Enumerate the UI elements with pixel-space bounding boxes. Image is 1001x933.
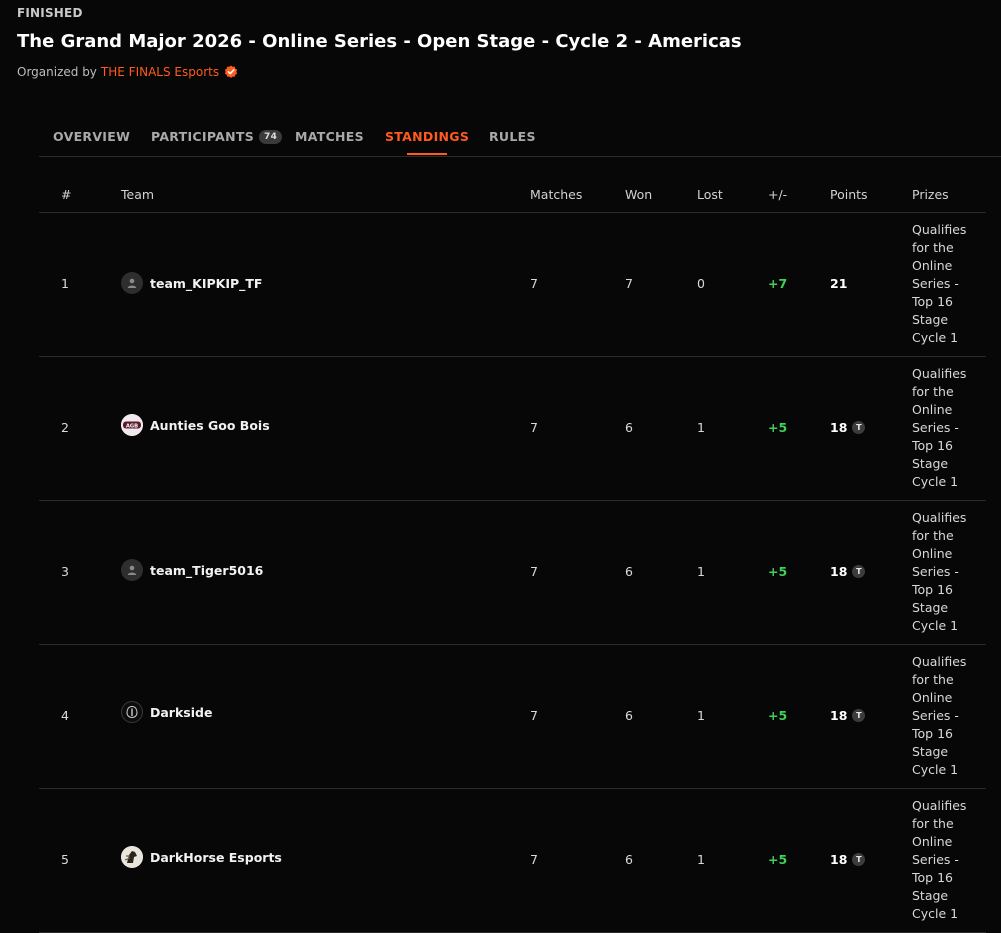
organizer-line: Organized by THE FINALS Esports xyxy=(17,65,238,79)
points-cell: 21 xyxy=(830,276,847,291)
prize-cell: Qualifies for the Online Series - Top 16… xyxy=(912,366,967,489)
tab-participants-label: PARTICIPANTS xyxy=(151,129,255,144)
won-cell: 7 xyxy=(625,276,633,291)
points-value: 18 xyxy=(830,708,848,723)
header-prizes: Prizes xyxy=(912,187,949,202)
tab-standings[interactable]: STANDINGS xyxy=(385,129,470,155)
organized-by-label: Organized by xyxy=(17,65,97,79)
won-cell: 6 xyxy=(625,420,633,435)
points-cell: 18 T xyxy=(830,420,866,435)
header-points: Points xyxy=(830,187,868,202)
table-row: 2 AGB Aunties Goo Bois 7 6 1 +5 18 T Qua… xyxy=(39,357,986,501)
won-cell: 6 xyxy=(625,708,633,723)
points-cell: 18 T xyxy=(830,852,866,867)
points-value: 18 xyxy=(830,564,848,579)
svg-text:AGB: AGB xyxy=(126,423,138,429)
header-diff: +/- xyxy=(768,187,788,202)
tab-overview[interactable]: OVERVIEW xyxy=(53,129,130,144)
table-row: 3 team_Tiger5016 7 6 1 +5 18 T Qualifies… xyxy=(39,501,986,645)
tab-participants[interactable]: PARTICIPANTS 74 xyxy=(151,129,283,144)
table-row: 1 team_KIPKIP_TF 7 7 0 +7 21 Qualifies f… xyxy=(39,213,986,357)
matches-cell: 7 xyxy=(530,564,538,579)
diff-cell: +7 xyxy=(768,276,788,291)
team-name: Aunties Goo Bois xyxy=(150,417,270,433)
header-won: Won xyxy=(625,187,653,202)
team-name: team_Tiger5016 xyxy=(150,562,264,578)
lost-cell: 1 xyxy=(697,852,705,867)
tab-matches[interactable]: MATCHES xyxy=(295,129,364,144)
header-lost: Lost xyxy=(697,187,723,202)
prize-cell: Qualifies for the Online Series - Top 16… xyxy=(912,510,967,633)
header-matches: Matches xyxy=(530,187,583,202)
page-title: The Grand Major 2026 - Online Series - O… xyxy=(17,31,742,52)
diff-cell: +5 xyxy=(768,420,788,435)
lost-cell: 0 xyxy=(697,276,705,291)
team-cell[interactable]: AGB Aunties Goo Bois xyxy=(121,414,270,436)
table-header: # Team Matches Won Lost +/- Points Prize… xyxy=(39,176,986,213)
team-cell[interactable]: Darkside xyxy=(121,701,212,723)
organizer-link[interactable]: THE FINALS Esports xyxy=(101,65,219,79)
table-row: 5 DarkHorse Esports 7 6 1 +5 18 T Qualif… xyxy=(39,789,986,933)
lost-cell: 1 xyxy=(697,420,705,435)
matches-cell: 7 xyxy=(530,708,538,723)
verified-badge-icon xyxy=(225,65,238,78)
participants-count-badge: 74 xyxy=(259,129,283,144)
tab-matches-label: MATCHES xyxy=(295,129,364,144)
points-value: 21 xyxy=(830,276,848,291)
won-cell: 6 xyxy=(625,852,633,867)
diff-cell: +5 xyxy=(768,708,788,723)
tiebreak-badge[interactable]: T xyxy=(852,565,866,578)
team-cell[interactable]: DarkHorse Esports xyxy=(121,846,282,868)
tab-bar: OVERVIEW PARTICIPANTS 74 MATCHES STANDIN… xyxy=(39,118,1001,157)
agb-logo-icon: AGB xyxy=(121,414,143,436)
darkside-logo-icon xyxy=(121,701,143,723)
tiebreak-badge[interactable]: T xyxy=(852,421,866,434)
team-name: team_KIPKIP_TF xyxy=(150,275,263,291)
header-rank: # xyxy=(61,187,72,202)
rank-cell: 5 xyxy=(61,852,69,867)
header-team: Team xyxy=(121,187,155,202)
prize-cell: Qualifies for the Online Series - Top 16… xyxy=(912,654,967,777)
lost-cell: 1 xyxy=(697,708,705,723)
matches-cell: 7 xyxy=(530,852,538,867)
tiebreak-badge[interactable]: T xyxy=(852,853,866,866)
points-cell: 18 T xyxy=(830,564,866,579)
diff-cell: +5 xyxy=(768,852,788,867)
points-value: 18 xyxy=(830,852,848,867)
prize-cell: Qualifies for the Online Series - Top 16… xyxy=(912,222,967,345)
rank-cell: 4 xyxy=(61,708,69,723)
lost-cell: 1 xyxy=(697,564,705,579)
rank-cell: 1 xyxy=(61,276,69,291)
darkhorse-logo-icon xyxy=(121,846,143,868)
team-name: DarkHorse Esports xyxy=(150,849,282,865)
matches-cell: 7 xyxy=(530,420,538,435)
rank-cell: 3 xyxy=(61,564,69,579)
table-row: 4 Darkside 7 6 1 +5 18 T Qualifies for t… xyxy=(39,645,986,789)
standings-table: # Team Matches Won Lost +/- Points Prize… xyxy=(39,176,986,933)
default-user-icon xyxy=(121,559,143,581)
team-cell[interactable]: team_KIPKIP_TF xyxy=(121,272,262,294)
tiebreak-badge[interactable]: T xyxy=(852,709,866,722)
tab-overview-label: OVERVIEW xyxy=(53,129,131,144)
rank-cell: 2 xyxy=(61,420,69,435)
matches-cell: 7 xyxy=(530,276,538,291)
active-tab-indicator xyxy=(407,153,448,155)
tab-rules-label: RULES xyxy=(489,129,536,144)
default-user-icon xyxy=(121,272,143,294)
diff-cell: +5 xyxy=(768,564,788,579)
tournament-status: FINISHED xyxy=(17,6,83,20)
team-cell[interactable]: team_Tiger5016 xyxy=(121,559,263,581)
team-name: Darkside xyxy=(150,704,213,720)
tab-standings-label: STANDINGS xyxy=(385,129,470,144)
points-cell: 18 T xyxy=(830,708,866,723)
won-cell: 6 xyxy=(625,564,633,579)
points-value: 18 xyxy=(830,420,848,435)
tab-rules[interactable]: RULES xyxy=(489,129,536,144)
prize-cell: Qualifies for the Online Series - Top 16… xyxy=(912,798,967,921)
